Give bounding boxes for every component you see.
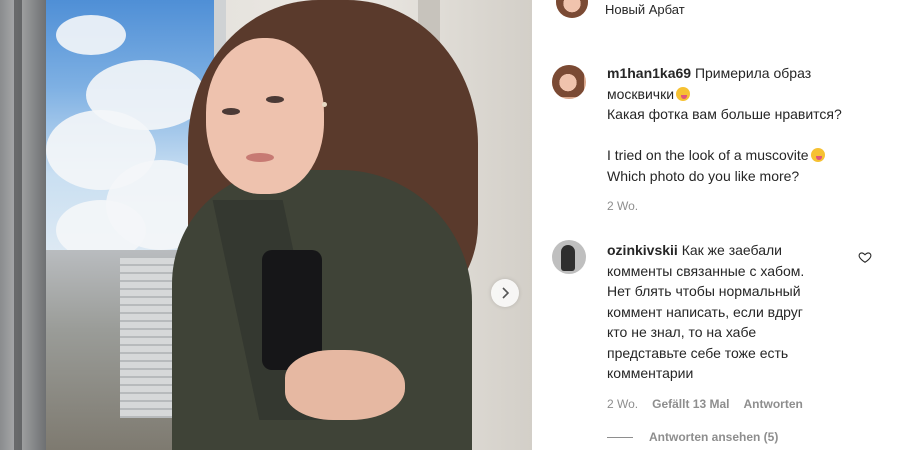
caption-line: москвички (607, 85, 675, 102)
author-avatar[interactable] (556, 0, 588, 18)
caption-line: Which photo do you like more? (607, 167, 800, 184)
replies-divider (607, 436, 633, 438)
window-frame (0, 0, 46, 450)
caption-timestamp[interactable]: 2 Wo. (607, 199, 638, 213)
heart-icon[interactable] (858, 250, 872, 264)
caption-text: m1han1ka69 Примерила образ москвички Как… (607, 63, 877, 186)
reply-button[interactable]: Antworten (744, 397, 803, 411)
tower-building (120, 258, 178, 418)
smiling-face-with-tongue-icon (676, 86, 691, 101)
comment-line: кто не знал, то на хабе (607, 324, 757, 340)
earring (322, 102, 327, 107)
right-eye (266, 96, 284, 103)
next-photo-button[interactable] (491, 279, 519, 307)
comment-likes[interactable]: Gefällt 13 Mal (652, 397, 729, 411)
caption-username[interactable]: m1han1ka69 (607, 65, 691, 81)
hand (285, 350, 405, 420)
comment-text: ozinkivskii Как же заебали комменты связ… (607, 240, 877, 384)
comment-meta: 2 Wo. Gefällt 13 Mal Antworten (607, 397, 803, 411)
comment-line: коммент написать, если вдруг (607, 303, 803, 320)
caption-meta: 2 Wo. (607, 199, 638, 213)
face (206, 38, 324, 194)
view-replies-button[interactable]: Antworten ansehen (5) (607, 430, 778, 444)
post-photo[interactable] (0, 0, 532, 450)
comments-panel: Новый Арбат m1han1ka69 Примерила образ м… (532, 0, 900, 450)
smiling-face-with-tongue-icon (810, 148, 825, 162)
caption-line: I tried on the look of a muscovite (607, 147, 809, 163)
comment-line: комментарии (607, 365, 694, 381)
left-eye (222, 108, 240, 115)
comment-line: Как же заебали (681, 242, 783, 258)
caption-line: Примерила образ (694, 65, 812, 81)
chevron-right-icon (502, 287, 510, 299)
comment-line: представьте себе тоже есть (607, 344, 789, 361)
comment-timestamp[interactable]: 2 Wo. (607, 397, 638, 411)
commenter-username[interactable]: ozinkivskii (607, 242, 678, 258)
view-replies-label: Antworten ansehen (5) (649, 430, 779, 444)
comment-line: комменты связанные с хабом. (607, 262, 805, 279)
caption-line: Какая фотка вам больше нравится? (607, 106, 842, 122)
comment-line: Нет блять чтобы нормальный (607, 283, 801, 299)
post-location[interactable]: Новый Арбат (605, 2, 685, 17)
lips (246, 153, 274, 162)
caption-avatar[interactable] (552, 65, 586, 99)
commenter-avatar[interactable] (552, 240, 586, 274)
